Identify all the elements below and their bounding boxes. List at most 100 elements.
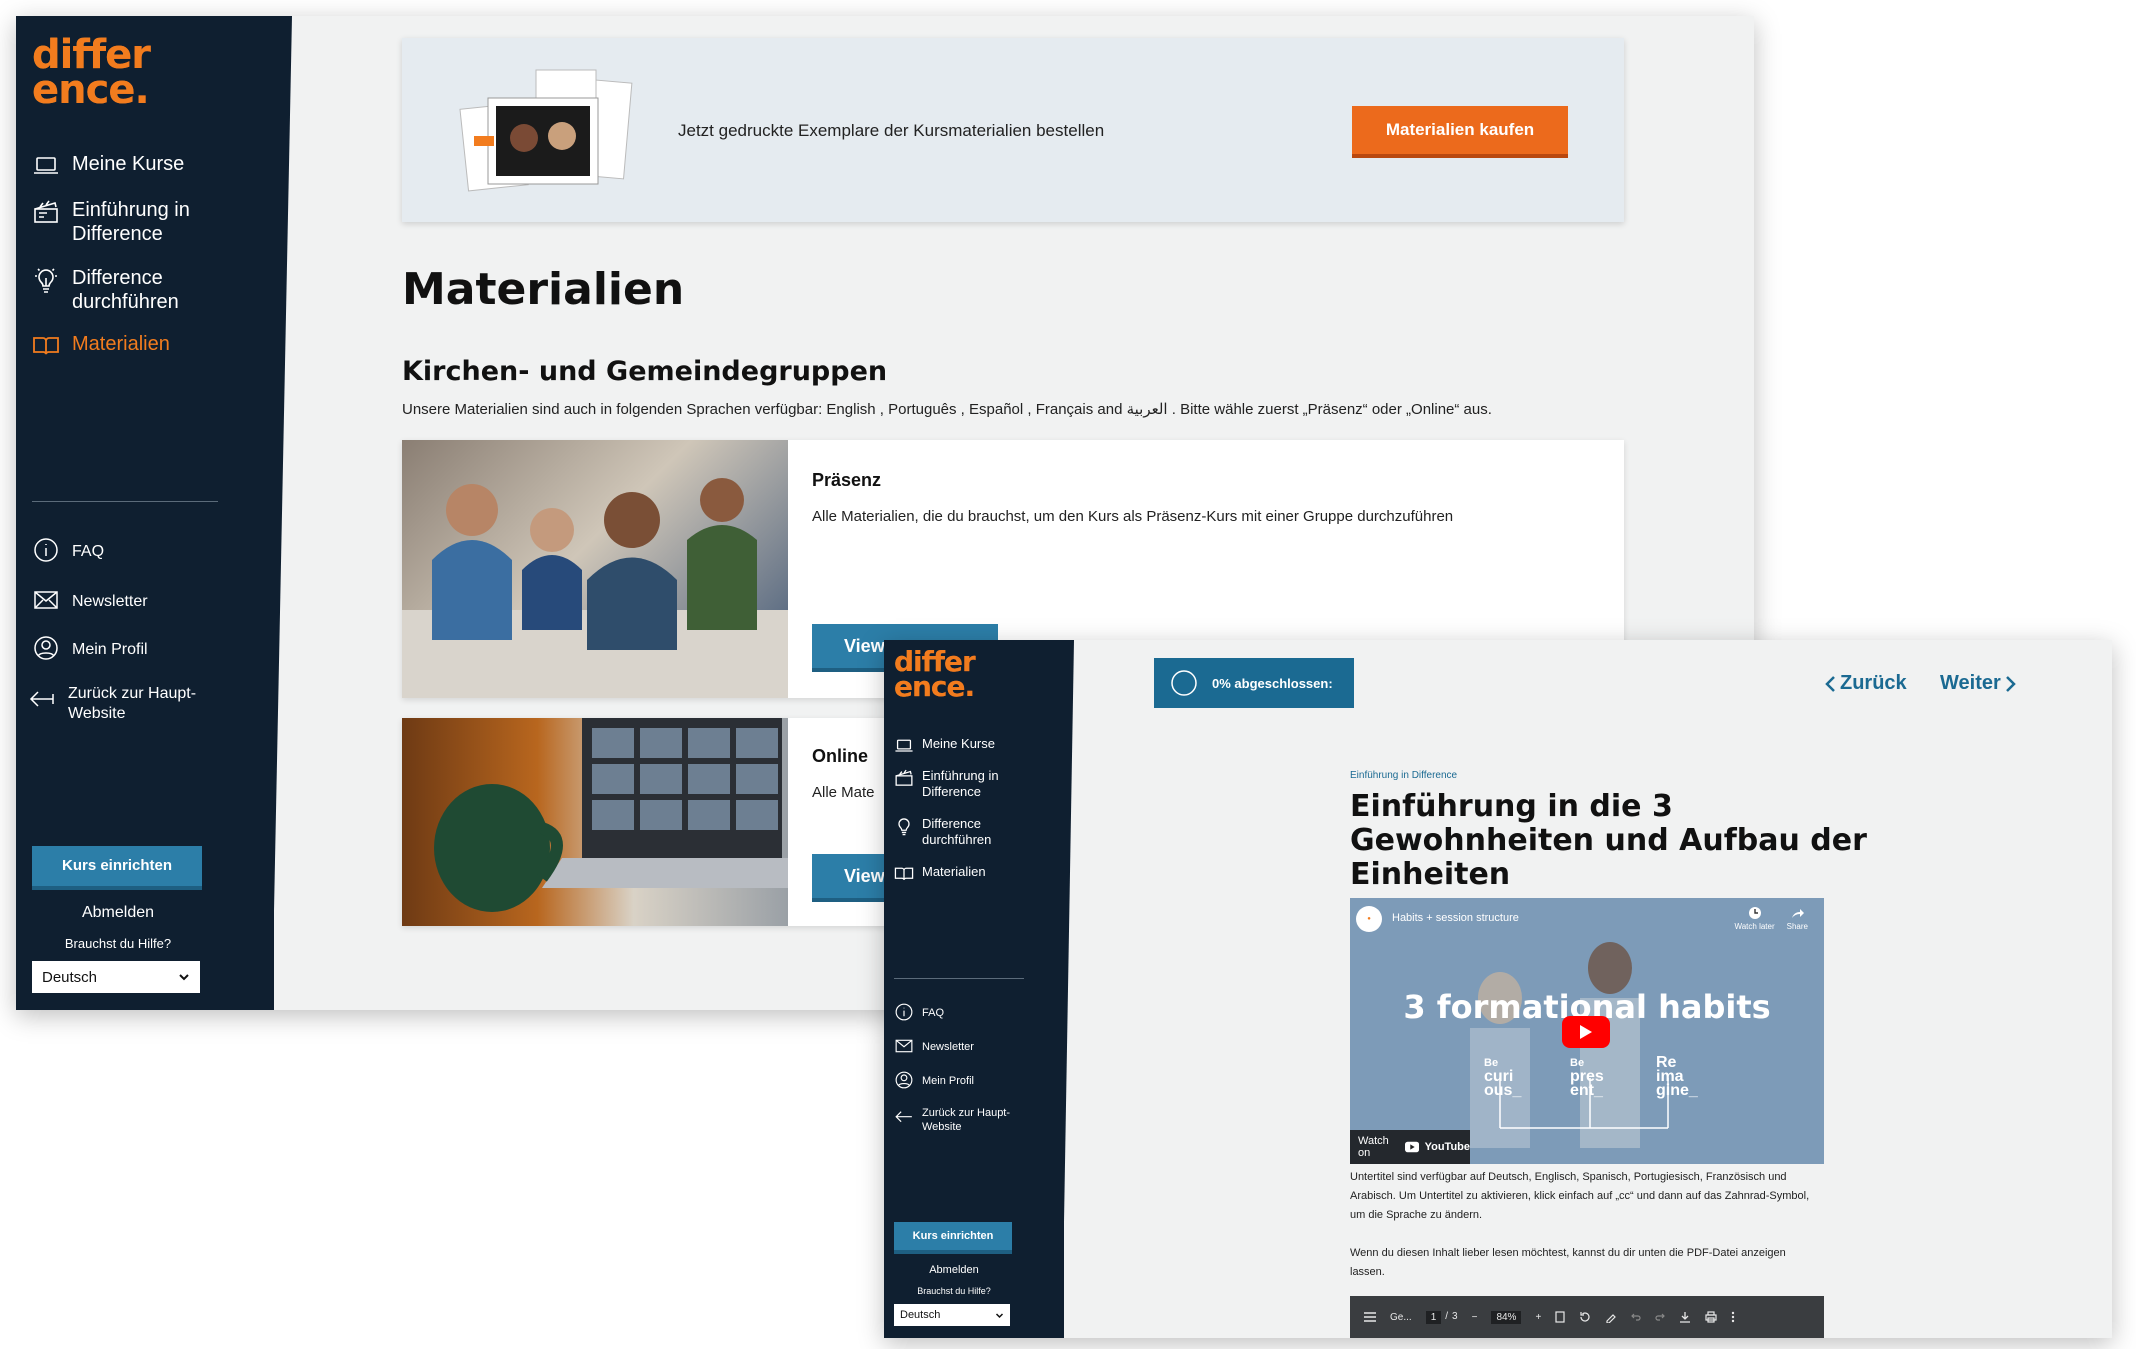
channel-avatar[interactable]: ● [1356, 906, 1382, 932]
lesson-page-window: differ ence. Meine Kurse Einführung in Dif… [884, 640, 2112, 1338]
progress-indicator: 0% abgeschlossen: [1154, 658, 1354, 708]
materialien-kaufen-button[interactable]: Materialien kaufen [1352, 106, 1568, 154]
info-circle-icon [34, 538, 58, 562]
annotate-icon[interactable] [1605, 1311, 1617, 1323]
share-button[interactable]: Share [1787, 906, 1808, 931]
sidebar: differ ence. Meine Kurse Einführung in Dif… [884, 640, 1064, 1338]
lightbulb-icon [35, 268, 57, 293]
kurs-einrichten-button[interactable]: Kurs einrichten [32, 846, 202, 886]
user-circle-icon [895, 1071, 913, 1089]
video-title[interactable]: Habits + session structure [1392, 912, 1519, 924]
word-curious: Be curi ous_ [1484, 1057, 1522, 1099]
breadcrumb[interactable]: Einführung in Difference [1350, 770, 1457, 781]
zoom-in-button[interactable]: + [1535, 1312, 1541, 1323]
watch-on-youtube-button[interactable]: Watch on YouTube [1350, 1130, 1470, 1164]
nav-durchfuehren[interactable]: Difference durchführen [32, 266, 179, 314]
play-icon [1580, 1025, 1592, 1039]
printed-materials-image [459, 69, 633, 192]
word-present: Be pres ent_ [1570, 1057, 1604, 1099]
group-discussion-photo [402, 440, 788, 698]
language-select[interactable]: Deutsch [894, 1304, 1010, 1326]
envelope-icon [895, 1039, 913, 1053]
difference-logo[interactable]: differ ence. [32, 35, 151, 110]
card-title: Online [812, 746, 869, 766]
info-circle-icon [895, 1003, 913, 1021]
language-select[interactable]: Deutsch [32, 961, 200, 993]
hilfe-link[interactable]: Brauchst du Hilfe? [16, 936, 220, 951]
nav-faq[interactable]: FAQ [894, 1002, 944, 1022]
abmelden-link[interactable]: Abmelden [884, 1264, 1024, 1276]
back-arrow-icon [29, 691, 54, 707]
menu-icon[interactable] [1364, 1312, 1376, 1322]
sidebar-divider [894, 978, 1024, 979]
kurs-einrichten-button[interactable]: Kurs einrichten [894, 1222, 1012, 1250]
nav-newsletter[interactable]: Newsletter [894, 1036, 974, 1056]
more-options-icon[interactable] [1731, 1311, 1735, 1323]
lightbulb-icon [898, 818, 910, 836]
download-icon[interactable] [1679, 1311, 1691, 1323]
watch-later-button[interactable]: Watch later [1734, 906, 1775, 931]
fit-page-icon[interactable] [1555, 1311, 1565, 1323]
back-arrow-icon [895, 1111, 912, 1123]
laptop-icon [895, 739, 913, 752]
youtube-video-embed[interactable]: ● Habits + session structure Watch later… [1350, 898, 1824, 1164]
chevron-right-icon [2005, 675, 2016, 692]
clock-icon [1748, 907, 1761, 919]
pdf-zoom-level[interactable]: 84% [1491, 1310, 1522, 1324]
progress-ring-icon [1171, 670, 1197, 696]
clapperboard-icon [34, 200, 58, 223]
languages-text: Unsere Materialien sind auch in folgende… [402, 401, 1492, 418]
abmelden-link[interactable]: Abmelden [16, 904, 220, 922]
nav-zurueck-website[interactable]: Zurück zur Haupt- Website [894, 1106, 1010, 1134]
chevron-down-icon [179, 974, 189, 981]
pdf-document-name: Ge... [1390, 1311, 1412, 1323]
sidebar-slant [1062, 640, 1074, 1338]
nav-mein-profil[interactable]: Mein Profil [32, 634, 148, 662]
difference-logo[interactable]: differ ence. [894, 648, 976, 700]
nav-newsletter[interactable]: Newsletter [32, 586, 148, 614]
nav-materialien[interactable]: Materialien [32, 332, 170, 360]
card-title: Präsenz [812, 470, 882, 490]
open-book-icon [33, 337, 59, 355]
lesson-title: Einführung in die 3 Gewohnheiten und Aufb… [1350, 789, 1867, 892]
page-title: Materialien [402, 264, 685, 315]
word-reimagine: Re ima gine_ [1656, 1054, 1698, 1099]
print-order-banner: Jetzt gedruckte Exemplare der Kursmateri… [402, 38, 1624, 222]
print-icon[interactable] [1705, 1311, 1717, 1323]
play-button[interactable] [1562, 1016, 1610, 1048]
nav-zurueck-website[interactable]: Zurück zur Haupt- Website [28, 684, 196, 724]
chevron-left-icon [1825, 675, 1835, 692]
zurueck-button[interactable]: Zurück [1824, 672, 1907, 695]
clapperboard-icon [895, 769, 913, 786]
laptop-mug-photo [402, 718, 788, 926]
open-book-icon [894, 867, 914, 881]
card-description: Alle Materialien, die du brauchst, um de… [812, 508, 1454, 525]
nav-einfuehrung[interactable]: Einführung in Difference [32, 198, 190, 246]
user-circle-icon [34, 636, 58, 660]
subtitle-info-text: Untertitel sind verfügbar auf Deutsch, E… [1350, 1171, 1810, 1221]
pdf-page-input[interactable]: 1 [1425, 1310, 1442, 1324]
nav-faq[interactable]: FAQ [32, 536, 104, 564]
nav-meine-kurse[interactable]: Meine Kurse [32, 152, 184, 180]
share-icon [1792, 909, 1805, 918]
nav-meine-kurse[interactable]: Meine Kurse [894, 736, 995, 756]
rotate-icon[interactable] [1579, 1311, 1591, 1323]
pdf-viewer-toolbar: Ge... 1/3 − 84% + [1350, 1296, 1824, 1338]
redo-icon[interactable] [1655, 1312, 1666, 1322]
pdf-page-indicator: 1/3 [1425, 1310, 1458, 1324]
chevron-down-icon [995, 1312, 1004, 1318]
pdf-info-text: Wenn du diesen Inhalt lieber lesen möcht… [1350, 1247, 1786, 1278]
nav-einfuehrung[interactable]: Einführung in Difference [894, 768, 999, 800]
undo-icon[interactable] [1631, 1312, 1641, 1322]
nav-materialien[interactable]: Materialien [894, 864, 986, 884]
sidebar: differ ence. Meine Kurse Einführung in Dif… [16, 16, 274, 1010]
nav-durchfuehren[interactable]: Difference durchführen [894, 816, 991, 848]
weiter-button[interactable]: Weiter [1940, 672, 2017, 695]
envelope-icon [34, 591, 58, 609]
nav-mein-profil[interactable]: Mein Profil [894, 1070, 974, 1090]
banner-text: Jetzt gedruckte Exemplare der Kursmateri… [678, 121, 1105, 140]
sidebar-divider [32, 501, 218, 502]
hilfe-link[interactable]: Brauchst du Hilfe? [884, 1286, 1024, 1296]
laptop-icon [34, 157, 58, 174]
zoom-out-button[interactable]: − [1472, 1312, 1478, 1323]
